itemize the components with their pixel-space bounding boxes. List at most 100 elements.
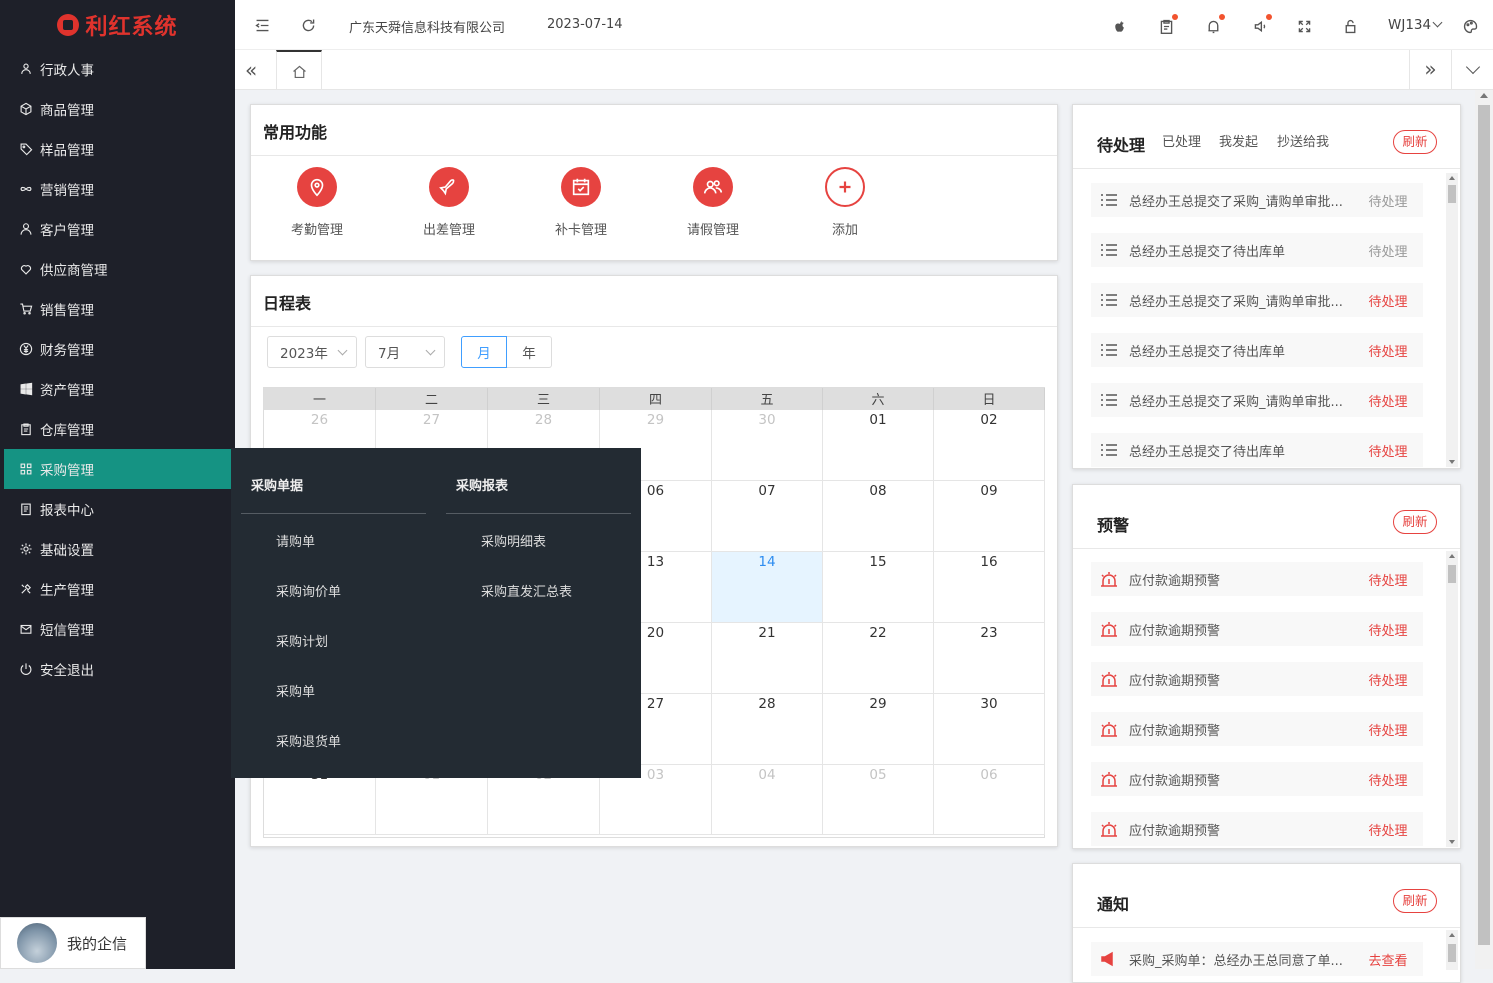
view-year-button[interactable]: 年: [507, 336, 552, 368]
tab-initiated[interactable]: 我发起: [1219, 131, 1258, 150]
status-badge[interactable]: 待处理: [1353, 241, 1423, 260]
warning-item[interactable]: 应付款逾期预警 待处理: [1091, 762, 1423, 796]
submenu-item[interactable]: 采购询价单: [276, 581, 341, 600]
status-badge[interactable]: 待处理: [1353, 570, 1423, 589]
status-badge[interactable]: 待处理: [1353, 341, 1423, 360]
sidebar-item-8[interactable]: 资产管理: [4, 369, 231, 409]
calendar-day[interactable]: 30: [934, 694, 1045, 765]
pending-item[interactable]: 总经办王总提交了采购_请购单审批... 待处理: [1091, 383, 1423, 417]
notice-item[interactable]: 采购_采购单：总经办王总同意了单... 去查看: [1091, 942, 1423, 976]
page-scrollbar[interactable]: [1475, 90, 1493, 969]
sidebar-item-2[interactable]: 样品管理: [4, 129, 231, 169]
calendar-day[interactable]: 09: [934, 481, 1045, 552]
sidebar-item-12[interactable]: 基础设置: [4, 529, 231, 569]
speaker-icon[interactable]: [1250, 14, 1272, 36]
pending-item[interactable]: 总经办王总提交了待出库单 待处理: [1091, 233, 1423, 267]
refresh-button[interactable]: 刷新: [1393, 510, 1437, 534]
quick-item-4[interactable]: 添加: [805, 167, 885, 238]
view-link[interactable]: 去查看: [1353, 950, 1423, 969]
sidebar-item-0[interactable]: 行政人事: [4, 49, 231, 89]
quick-item-1[interactable]: 出差管理: [409, 167, 489, 238]
calendar-day[interactable]: 02: [934, 410, 1045, 481]
calendar-day[interactable]: 16: [934, 552, 1045, 623]
submenu-item[interactable]: 采购退货单: [276, 731, 341, 750]
submenu-item[interactable]: 采购直发汇总表: [481, 581, 572, 600]
sidebar-item-3[interactable]: 营销管理: [4, 169, 231, 209]
scrollbar[interactable]: [1446, 930, 1458, 970]
submenu-item[interactable]: 采购单: [276, 681, 315, 700]
my-qiye-button[interactable]: 我的企信: [0, 917, 146, 969]
user-menu[interactable]: WJ134: [1388, 17, 1443, 33]
refresh-button[interactable]: 刷新: [1393, 889, 1437, 913]
status-badge[interactable]: 待处理: [1353, 391, 1423, 410]
tab-cc-to-me[interactable]: 抄送给我: [1277, 131, 1329, 150]
quick-item-0[interactable]: 考勤管理: [277, 167, 357, 238]
sidebar-item-9[interactable]: 仓库管理: [4, 409, 231, 449]
warning-item[interactable]: 应付款逾期预警 待处理: [1091, 562, 1423, 596]
status-badge[interactable]: 待处理: [1353, 191, 1423, 210]
sidebar-item-7[interactable]: 财务管理: [4, 329, 231, 369]
sidebar-item-11[interactable]: 报表中心: [4, 489, 231, 529]
year-select[interactable]: 2023年: [267, 336, 357, 368]
refresh-button[interactable]: 刷新: [1393, 130, 1437, 154]
scroll-right-icon[interactable]: »: [1409, 50, 1451, 90]
month-select[interactable]: 7月: [365, 336, 445, 368]
calendar-day[interactable]: 21: [712, 623, 823, 694]
sidebar-item-14[interactable]: 短信管理: [4, 609, 231, 649]
menu-collapse-icon[interactable]: [252, 15, 272, 35]
sidebar-item-1[interactable]: 商品管理: [4, 89, 231, 129]
apple-icon[interactable]: [1109, 16, 1129, 36]
warning-item[interactable]: 应付款逾期预警 待处理: [1091, 612, 1423, 646]
calendar-day[interactable]: 04: [712, 765, 823, 835]
tab-processed[interactable]: 已处理: [1162, 131, 1201, 150]
calendar-day[interactable]: 08: [823, 481, 934, 552]
calendar-day[interactable]: 07: [712, 481, 823, 552]
palette-icon[interactable]: [1460, 16, 1480, 36]
tab-menu-dropdown[interactable]: [1451, 50, 1493, 90]
status-badge[interactable]: 待处理: [1353, 620, 1423, 639]
sidebar-item-13[interactable]: 生产管理: [4, 569, 231, 609]
sidebar-item-4[interactable]: 客户管理: [4, 209, 231, 249]
calendar-day[interactable]: 29: [823, 694, 934, 765]
calendar-day[interactable]: 01: [823, 410, 934, 481]
quick-item-3[interactable]: 请假管理: [673, 167, 753, 238]
tab-home[interactable]: [276, 50, 322, 90]
scrollbar[interactable]: [1446, 551, 1458, 847]
submenu-item[interactable]: 采购计划: [276, 631, 328, 650]
status-badge[interactable]: 待处理: [1353, 820, 1423, 839]
calendar-day[interactable]: 15: [823, 552, 934, 623]
fullscreen-icon[interactable]: [1294, 16, 1314, 36]
calendar-day[interactable]: 30: [712, 410, 823, 481]
sidebar-item-6[interactable]: 销售管理: [4, 289, 231, 329]
scroll-left-icon[interactable]: «: [245, 60, 257, 80]
calendar-day[interactable]: 14: [712, 552, 823, 623]
calendar-day[interactable]: 23: [934, 623, 1045, 694]
status-badge[interactable]: 待处理: [1353, 441, 1423, 460]
pending-item[interactable]: 总经办王总提交了采购_请购单审批... 待处理: [1091, 183, 1423, 217]
status-badge[interactable]: 待处理: [1353, 670, 1423, 689]
lock-icon[interactable]: [1340, 16, 1360, 36]
submenu-item[interactable]: 请购单: [276, 531, 315, 550]
pending-item[interactable]: 总经办王总提交了待出库单 待处理: [1091, 333, 1423, 367]
status-badge[interactable]: 待处理: [1353, 291, 1423, 310]
sidebar-item-5[interactable]: 供应商管理: [4, 249, 231, 289]
warning-item[interactable]: 应付款逾期预警 待处理: [1091, 662, 1423, 696]
calendar-day[interactable]: 28: [712, 694, 823, 765]
warning-item[interactable]: 应付款逾期预警 待处理: [1091, 812, 1423, 846]
submenu-item[interactable]: 采购明细表: [481, 531, 546, 550]
status-badge[interactable]: 待处理: [1353, 720, 1423, 739]
sidebar-item-15[interactable]: 安全退出: [4, 649, 231, 689]
refresh-icon[interactable]: [298, 15, 318, 35]
status-badge[interactable]: 待处理: [1353, 770, 1423, 789]
sidebar-item-10[interactable]: 采购管理: [4, 449, 231, 489]
calendar-day[interactable]: 05: [823, 765, 934, 835]
app-logo[interactable]: 利红系统: [0, 0, 235, 50]
bell-icon[interactable]: [1203, 14, 1225, 36]
quick-item-2[interactable]: 补卡管理: [541, 167, 621, 238]
scrollbar[interactable]: [1446, 173, 1458, 467]
view-month-button[interactable]: 月: [461, 336, 507, 368]
pending-item[interactable]: 总经办王总提交了待出库单 待处理: [1091, 433, 1423, 467]
warning-item[interactable]: 应付款逾期预警 待处理: [1091, 712, 1423, 746]
pending-item[interactable]: 总经办王总提交了采购_请购单审批... 待处理: [1091, 283, 1423, 317]
clipboard-icon[interactable]: [1156, 14, 1178, 36]
